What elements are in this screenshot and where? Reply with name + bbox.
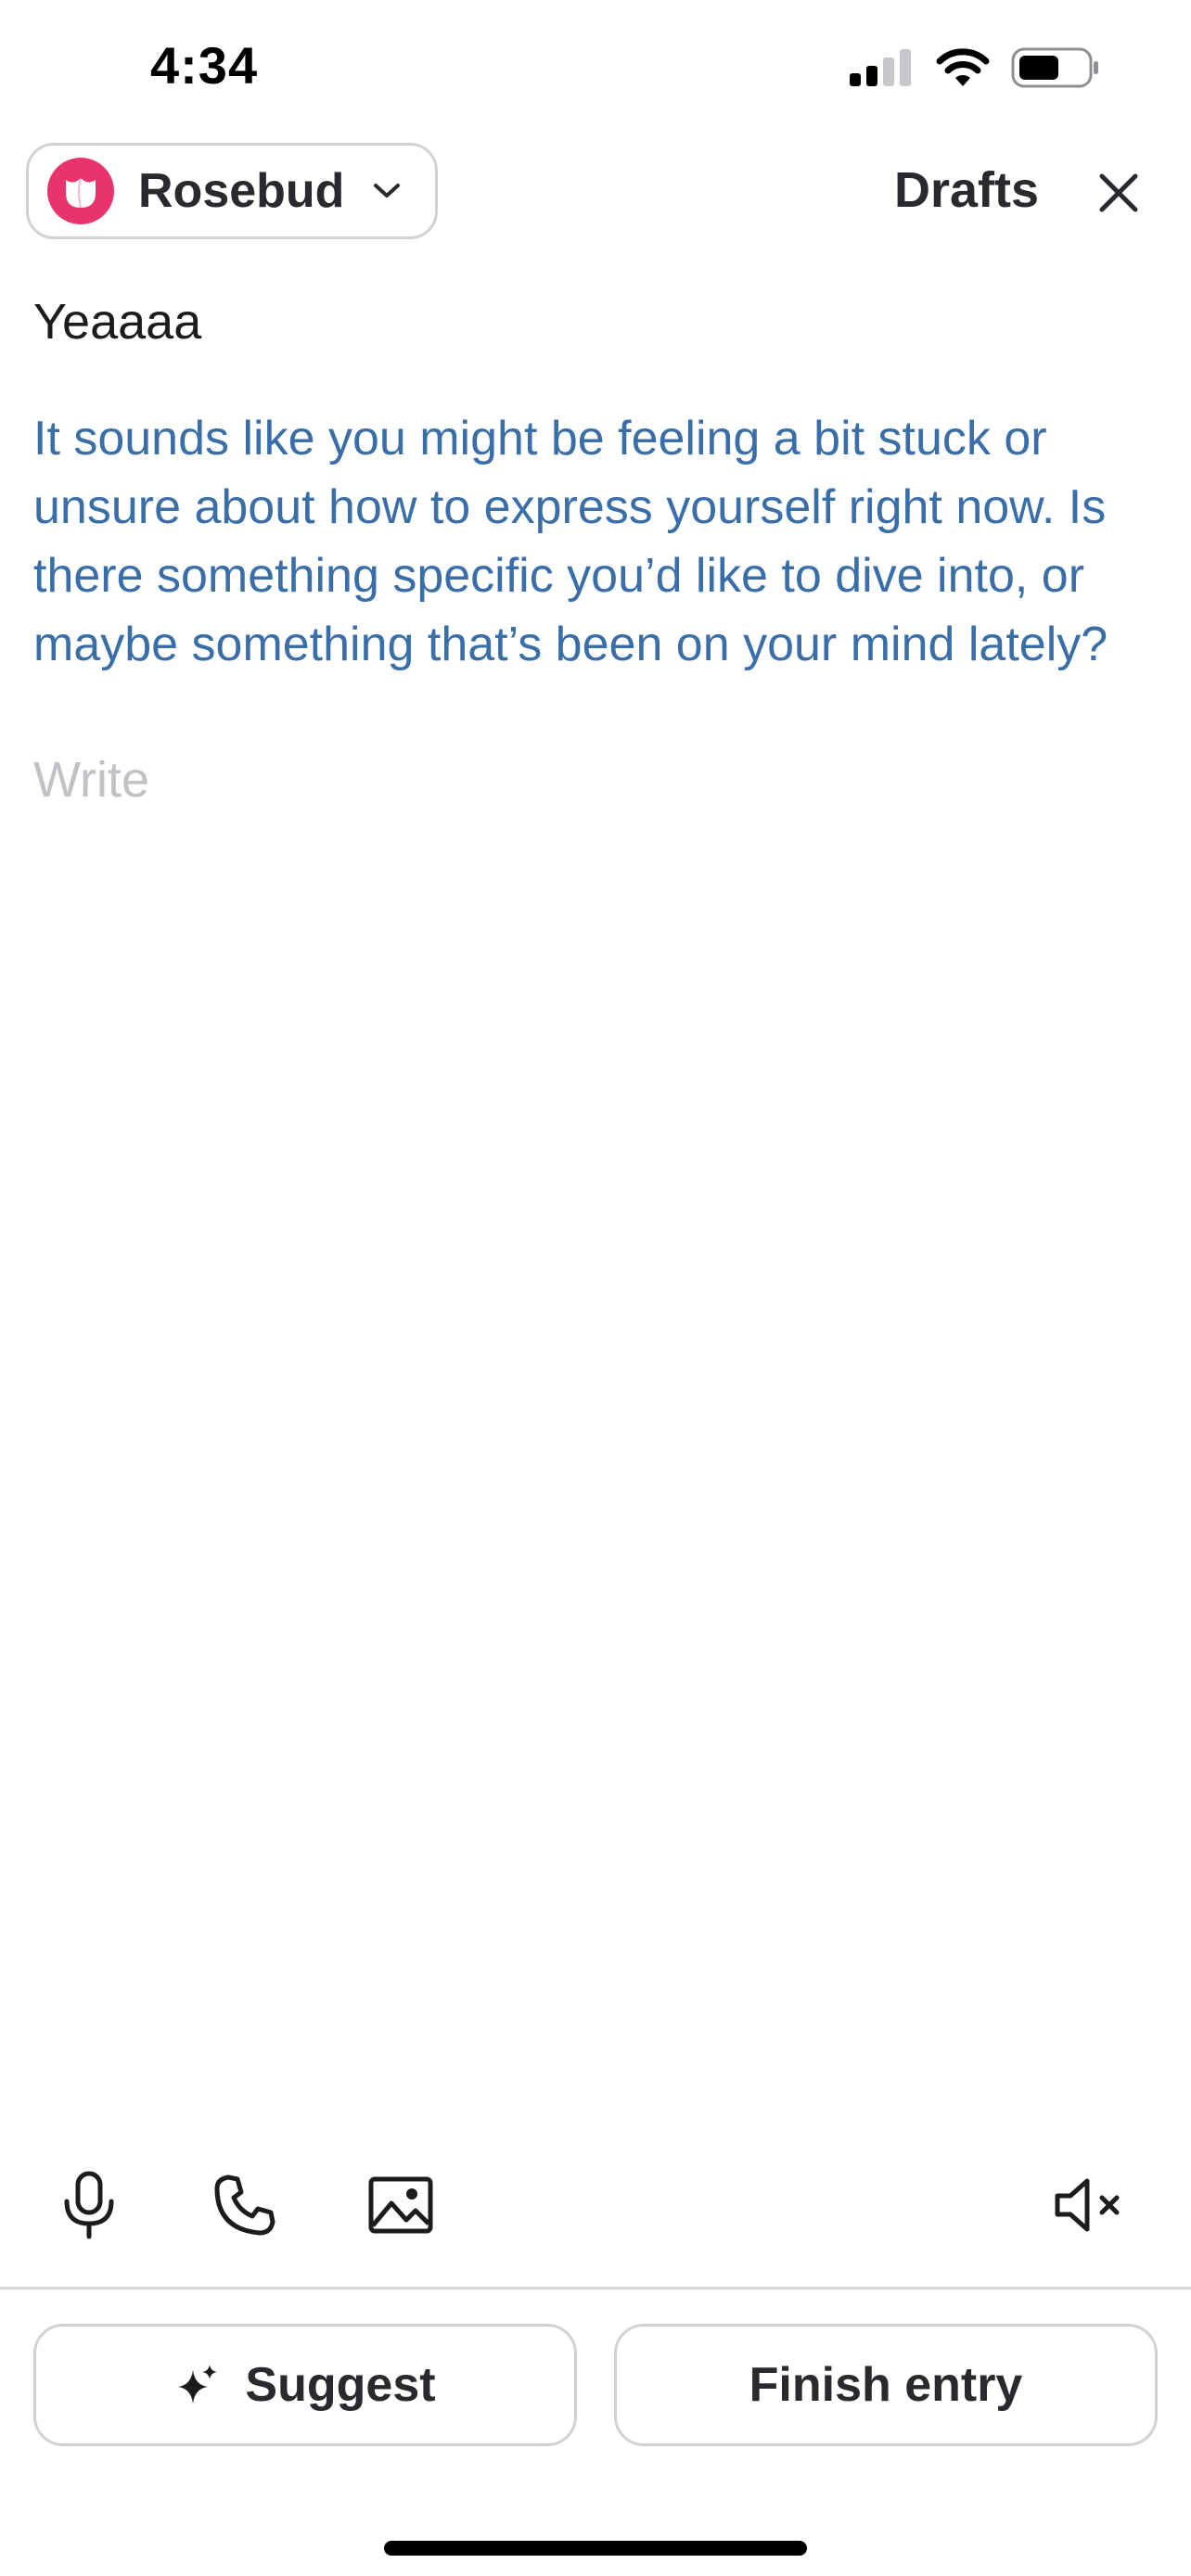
suggest-button[interactable]: Suggest (33, 2324, 577, 2446)
mute-toggle-button[interactable] (1043, 2161, 1135, 2253)
entry-toolbar (0, 2161, 1191, 2253)
speaker-muted-icon (1052, 2175, 1126, 2239)
status-time: 4:34 (150, 36, 259, 95)
finish-entry-button[interactable]: Finish entry (614, 2324, 1158, 2446)
battery-icon (1011, 47, 1100, 93)
wifi-icon (935, 47, 991, 93)
add-image-button[interactable] (354, 2161, 447, 2253)
image-icon (367, 2175, 434, 2239)
journal-entry-screen: 4:34 Rosebud Drafts Yeaaaa It sounds lik… (0, 0, 1191, 2576)
toolbar-divider (0, 2287, 1191, 2289)
user-entry-text: Yeaaaa (33, 294, 202, 350)
write-input[interactable] (33, 746, 1158, 814)
sparkle-icon (174, 2363, 219, 2407)
chevron-down-icon (372, 182, 402, 200)
status-bar: 4:34 (0, 0, 1191, 130)
drafts-button[interactable]: Drafts (894, 161, 1039, 219)
rose-icon (47, 158, 114, 224)
suggest-label: Suggest (245, 2358, 436, 2412)
close-button[interactable] (1089, 165, 1148, 224)
cellular-signal-icon (850, 48, 915, 91)
phone-icon (211, 2172, 278, 2243)
finish-entry-label: Finish entry (749, 2358, 1023, 2412)
ai-response-text: It sounds like you might be feeling a bi… (33, 412, 1108, 671)
close-icon (1096, 171, 1141, 220)
assistant-picker[interactable]: Rosebud (26, 143, 438, 239)
status-icons (850, 46, 1100, 93)
home-indicator (384, 2541, 807, 2556)
bottom-actions: Suggest Finish entry (33, 2324, 1158, 2446)
voice-input-button[interactable] (43, 2161, 135, 2253)
assistant-name: Rosebud (138, 164, 345, 218)
entry-content: Yeaaaa It sounds like you might be feeli… (33, 287, 1158, 814)
microphone-icon (59, 2170, 119, 2245)
voice-call-button[interactable] (198, 2161, 291, 2253)
header: Rosebud Drafts (0, 139, 1191, 250)
